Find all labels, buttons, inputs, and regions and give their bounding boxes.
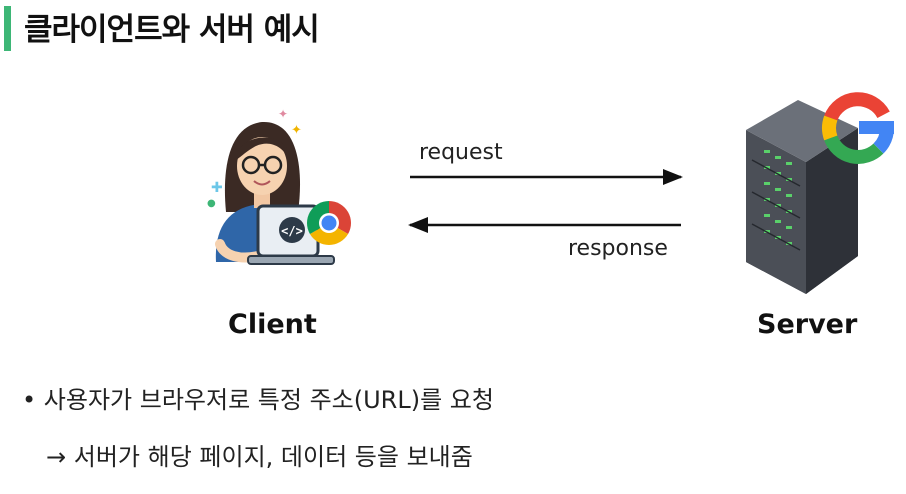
request-label: request xyxy=(419,140,503,165)
svg-text:</>: </> xyxy=(281,224,303,238)
note-line-2-text: 서버가 해당 페이지, 데이터 등을 보내줌 xyxy=(73,443,473,471)
svg-text:✦: ✦ xyxy=(278,107,288,121)
note-line-1: • 사용자가 브라우저로 특정 주소(URL)를 요청 xyxy=(22,380,494,415)
response-label: response xyxy=(568,236,668,261)
note-line-1-text: 사용자가 브라우저로 특정 주소(URL)를 요청 xyxy=(43,386,494,414)
svg-text:✦: ✦ xyxy=(291,123,302,138)
client-server-diagram: ✦ ✦ ✚ ● </> xyxy=(207,92,894,294)
developer-with-laptop-icon: ✦ ✦ ✚ ● </> xyxy=(207,107,335,265)
svg-text:✚: ✚ xyxy=(211,180,223,196)
client-label: Client xyxy=(228,309,317,340)
server-label: Server xyxy=(757,309,858,340)
chrome-icon xyxy=(307,201,351,245)
note-line-2: → 서버가 해당 페이지, 데이터 등을 보내줌 xyxy=(46,437,473,472)
svg-text:●: ● xyxy=(207,198,216,209)
bullet-mark: • xyxy=(22,386,37,414)
server-rack-icon xyxy=(746,100,858,294)
arrow-mark: → xyxy=(46,443,67,471)
